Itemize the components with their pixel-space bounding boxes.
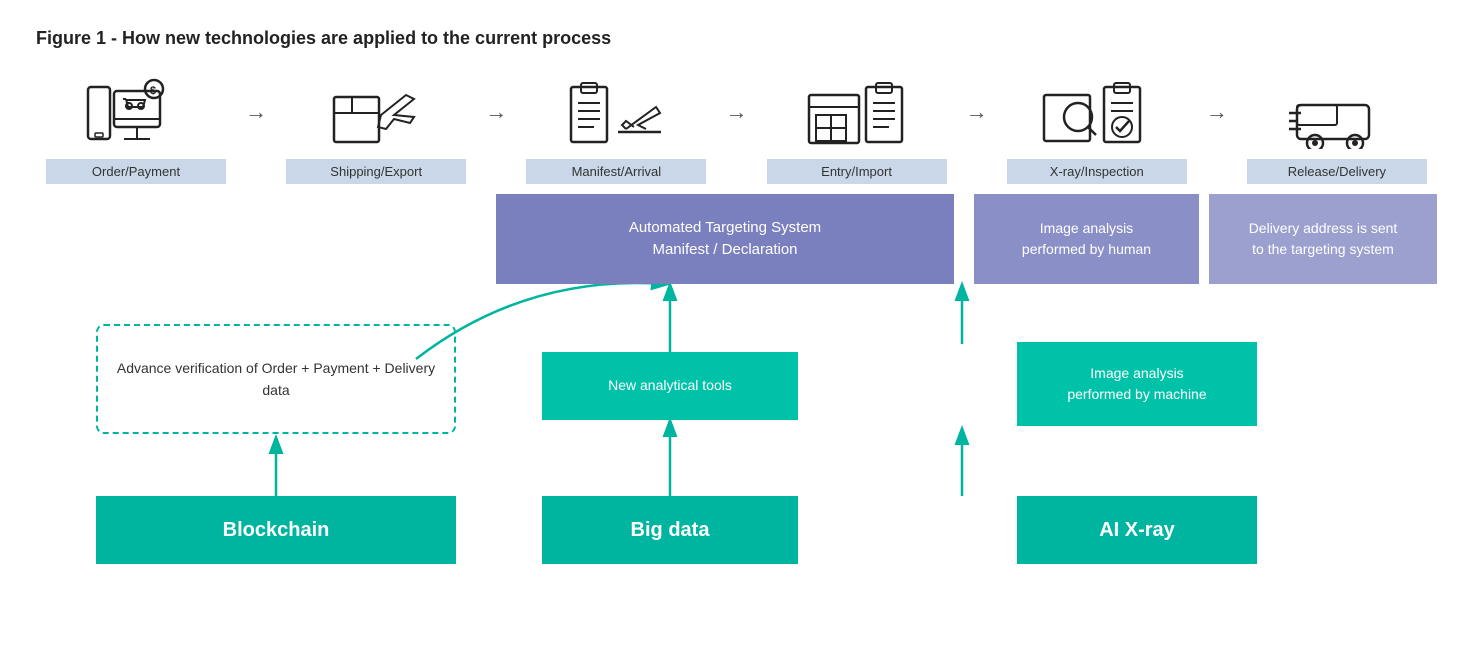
arrow-5: →: [1206, 99, 1228, 125]
process-step-shipping: Shipping/Export: [276, 73, 476, 184]
analytical-label: New analytical tools: [608, 376, 732, 396]
verification-text: Advance verification of Order + Payment …: [108, 357, 444, 402]
process-step-order: $ Order/Payment: [36, 73, 236, 184]
machine-label: Image analysisperformed by machine: [1067, 363, 1206, 405]
middle-section: Automated Targeting SystemManifest / Dec…: [36, 194, 1437, 564]
arrow-3: →: [725, 99, 747, 125]
manifest-label: Manifest/Arrival: [526, 159, 706, 184]
machine-teal-box: Image analysisperformed by machine: [1017, 342, 1257, 426]
diagram-container: Figure 1 - How new technologies are appl…: [0, 0, 1473, 670]
process-step-entry: Entry/Import: [757, 73, 957, 184]
aixray-green-box: AI X-ray: [1017, 496, 1257, 564]
release-icon: [1287, 73, 1387, 153]
process-step-xray: X-ray/Inspection: [997, 73, 1197, 184]
figure-title: Figure 1 - How new technologies are appl…: [36, 28, 1437, 49]
process-step-release: Release/Delivery: [1237, 73, 1437, 184]
dashed-verification-box: Advance verification of Order + Payment …: [96, 324, 456, 434]
blockchain-green-box: Blockchain: [96, 496, 456, 564]
bigdata-label: Big data: [631, 519, 710, 542]
aixray-label: AI X-ray: [1099, 519, 1175, 542]
xray-icon: [1042, 73, 1152, 153]
xray-label: X-ray/Inspection: [1007, 159, 1187, 184]
shipping-icon: [326, 73, 426, 153]
bigdata-green-box: Big data: [542, 496, 798, 564]
xray-blue-box: Image analysisperformed by human: [974, 194, 1199, 284]
delivery-label: Delivery address is sentto the targeting…: [1249, 218, 1398, 260]
ats-blue-box: Automated Targeting SystemManifest / Dec…: [496, 194, 954, 284]
entry-label: Entry/Import: [767, 159, 947, 184]
arrow-4: →: [966, 99, 988, 125]
manifest-icon: [566, 73, 666, 153]
svg-text:$: $: [150, 85, 156, 97]
entry-icon: [804, 73, 909, 153]
order-icon: $: [86, 73, 186, 153]
process-step-manifest: Manifest/Arrival: [516, 73, 716, 184]
blockchain-label: Blockchain: [223, 519, 330, 542]
arrow-2: →: [485, 99, 507, 125]
ats-label: Automated Targeting SystemManifest / Dec…: [629, 217, 821, 262]
delivery-blue-box: Delivery address is sentto the targeting…: [1209, 194, 1437, 284]
release-label: Release/Delivery: [1247, 159, 1427, 184]
order-label: Order/Payment: [46, 159, 226, 184]
arrow-1: →: [245, 99, 267, 125]
process-flow: $ Order/Payment → Shipping/Export →: [36, 73, 1437, 184]
analytical-teal-box: New analytical tools: [542, 352, 798, 420]
xray-human-label: Image analysisperformed by human: [1022, 218, 1151, 260]
shipping-label: Shipping/Export: [286, 159, 466, 184]
